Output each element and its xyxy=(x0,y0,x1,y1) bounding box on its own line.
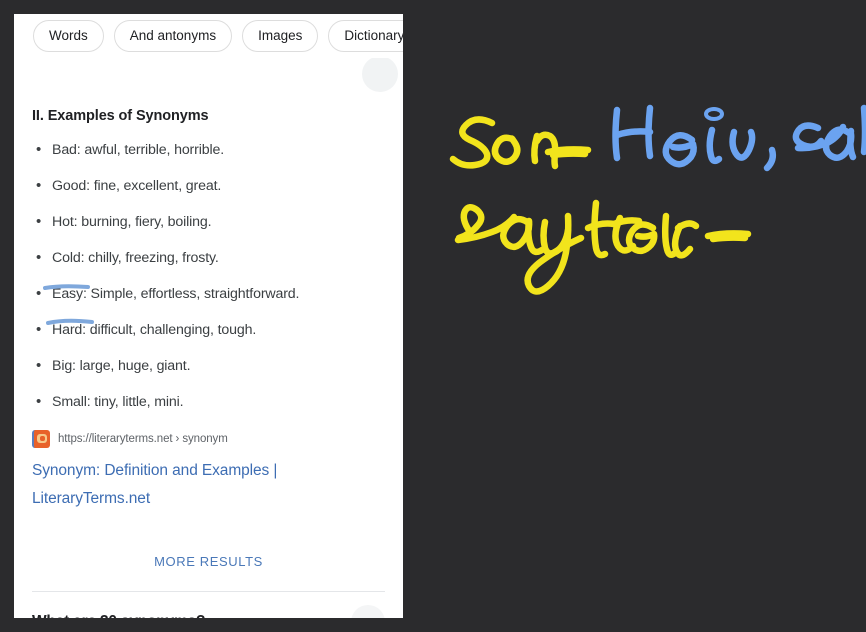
collapse-circle-button[interactable] xyxy=(362,56,398,92)
list-item: Small: tiny, little, mini. xyxy=(32,393,385,410)
list-item-hard: Hard: difficult, challenging, tough. xyxy=(32,321,385,338)
chip-dictionary[interactable]: Dictionary xyxy=(328,20,403,52)
synonym-list: Bad: awful, terrible, horrible. Good: fi… xyxy=(32,141,385,410)
chip-words[interactable]: Words xyxy=(33,20,104,52)
literaryterms-favicon-icon xyxy=(32,430,50,448)
section-heading: II. Examples of Synonyms xyxy=(32,108,209,124)
search-results-panel: Words And antonyms Images Dictionary II.… xyxy=(14,14,403,618)
chip-images[interactable]: Images xyxy=(242,20,319,52)
result-meta: https://literaryterms.net › synonym xyxy=(32,430,385,448)
list-item: Cold: chilly, freezing, frosty. xyxy=(32,249,385,266)
chip-and-antonyms[interactable]: And antonyms xyxy=(113,20,233,52)
accordion-row-what-are-30-synonyms[interactable]: What are 30 synonyms? xyxy=(32,592,385,618)
result-url: https://literaryterms.net › synonym xyxy=(58,433,228,445)
search-result[interactable]: https://literaryterms.net › synonym Syno… xyxy=(32,430,385,512)
list-item: Bad: awful, terrible, horrible. xyxy=(32,141,385,158)
list-item: Big: large, huge, giant. xyxy=(32,357,385,374)
list-item: Good: fine, excellent, great. xyxy=(32,177,385,194)
accordion-label: What are 30 synonyms? xyxy=(32,613,205,618)
more-results-link[interactable]: MORE RESULTS xyxy=(32,554,385,569)
filter-chips-bar: Words And antonyms Images Dictionary xyxy=(14,14,403,58)
article-content: II. Examples of Synonyms Bad: awful, ter… xyxy=(14,58,403,618)
result-title-link[interactable]: Synonym: Definition and Examples | Liter… xyxy=(32,457,385,512)
chevron-down-icon[interactable] xyxy=(351,605,385,618)
ink-blue-strokes xyxy=(612,104,866,172)
ink-yellow-strokes xyxy=(449,116,752,295)
list-item: Hot: burning, fiery, boiling. xyxy=(32,213,385,230)
list-item-easy: Easy: Simple, effortless, straightforwar… xyxy=(32,285,385,302)
